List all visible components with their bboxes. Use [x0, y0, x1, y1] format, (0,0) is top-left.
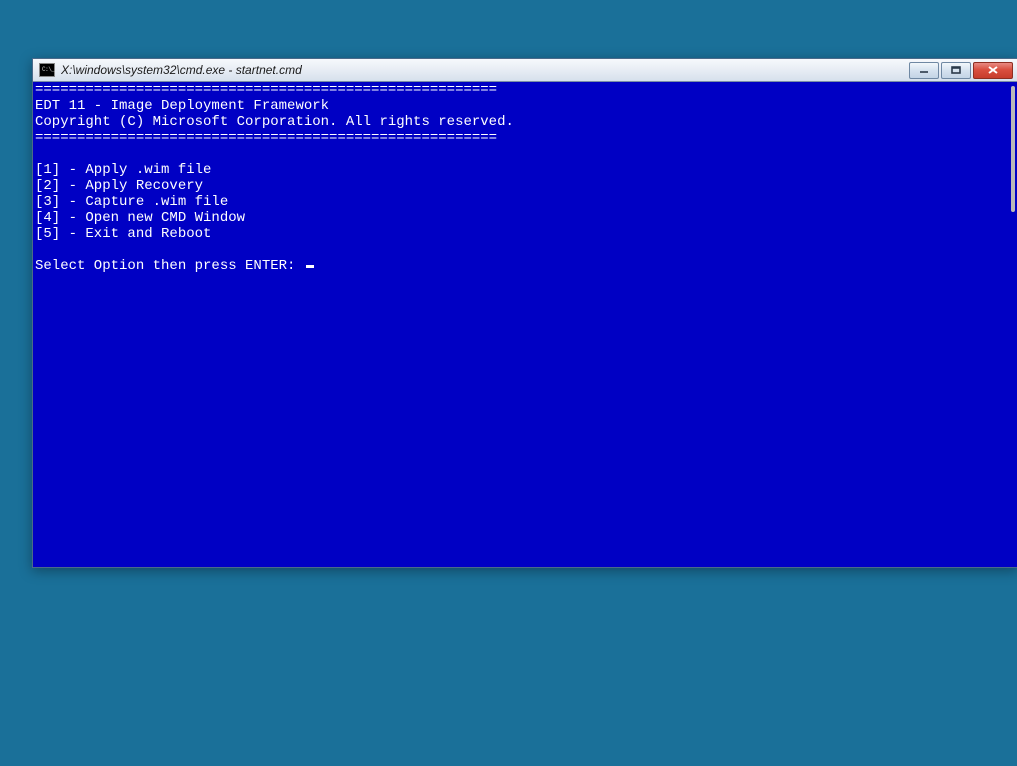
window-controls	[909, 62, 1013, 79]
titlebar[interactable]: X:\windows\system32\cmd.exe - startnet.c…	[33, 59, 1017, 82]
console-area[interactable]: ========================================…	[33, 82, 1017, 567]
cmd-window[interactable]: X:\windows\system32\cmd.exe - startnet.c…	[32, 58, 1017, 568]
close-button[interactable]	[973, 62, 1013, 79]
minimize-button[interactable]	[909, 62, 939, 79]
text-cursor	[306, 265, 314, 268]
maximize-button[interactable]	[941, 62, 971, 79]
cmd-icon	[39, 63, 55, 77]
window-title: X:\windows\system32\cmd.exe - startnet.c…	[61, 63, 909, 77]
scrollbar-thumb[interactable]	[1011, 86, 1015, 212]
console-output: ========================================…	[35, 82, 1007, 563]
